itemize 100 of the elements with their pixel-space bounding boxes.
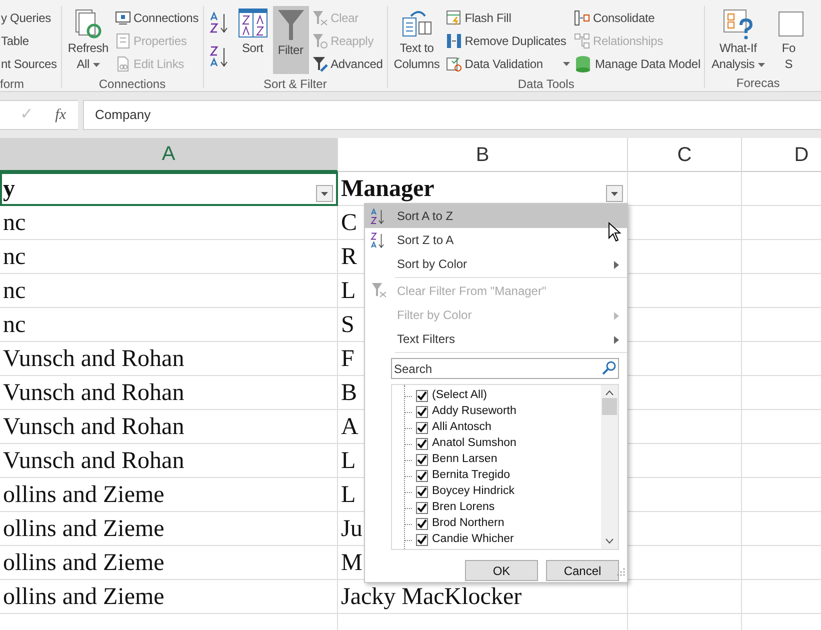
checkbox[interactable] bbox=[416, 502, 428, 514]
group-label: Forecas bbox=[736, 75, 780, 90]
table-cell-text: Vunsch and Rohan bbox=[2, 380, 184, 404]
header-cell-text: y bbox=[2, 176, 15, 200]
checkbox[interactable] bbox=[416, 406, 428, 418]
checkbox-label[interactable]: Anatol Sumshon bbox=[432, 435, 516, 453]
what-if-icon bbox=[722, 8, 754, 40]
ribbon-button[interactable]: Data Validation bbox=[444, 52, 571, 75]
table-cell-text: ollins and Zieme bbox=[2, 516, 164, 540]
flash-fill-icon bbox=[446, 10, 462, 26]
table-cell-text: nc bbox=[2, 312, 26, 336]
checkbox-label[interactable]: Boycey Hindrick bbox=[432, 483, 514, 501]
data-validation-icon bbox=[446, 56, 462, 72]
group-label: Connections bbox=[98, 76, 166, 91]
ribbon-button[interactable]: Remove Duplicates bbox=[444, 29, 571, 52]
table-cell-text: L bbox=[340, 278, 356, 302]
menu-item[interactable]: Text Filters bbox=[365, 327, 627, 351]
table-cell-text: M bbox=[340, 550, 362, 574]
consolidate-icon bbox=[574, 10, 590, 26]
table-cell-text: nc bbox=[2, 210, 26, 234]
monitor-icon bbox=[114, 10, 130, 26]
menu-item[interactable]: Sort A to Z bbox=[365, 204, 627, 228]
ribbon-button[interactable]: Sort bbox=[234, 6, 271, 74]
table-cell-text: C bbox=[340, 210, 358, 234]
table-cell-text: Vunsch and Rohan bbox=[2, 346, 184, 370]
column-header[interactable]: C bbox=[628, 138, 742, 172]
scroll-up-icon bbox=[605, 390, 614, 396]
list-icon bbox=[114, 32, 130, 48]
cursor-icon bbox=[608, 222, 621, 242]
search-icon bbox=[602, 361, 616, 375]
ribbon-button[interactable]: Refresh All bbox=[64, 6, 112, 74]
search-field[interactable]: Search bbox=[391, 358, 619, 379]
scroll-down-icon bbox=[605, 538, 614, 544]
table-cell-text: ollins and Zieme bbox=[2, 550, 164, 574]
checkbox-label[interactable]: Addy Ruseworth bbox=[432, 403, 516, 421]
formula-input[interactable]: Company bbox=[83, 100, 821, 130]
scrollbar[interactable] bbox=[601, 385, 618, 549]
menu-item[interactable]: Sort by Color bbox=[365, 252, 627, 276]
table-cell-text: L bbox=[340, 482, 356, 506]
table-cell-text: Jacky MacKlocker bbox=[340, 584, 522, 608]
header-cell-text: Manager bbox=[340, 176, 434, 200]
checkbox-label[interactable]: Bernita Tregido bbox=[432, 467, 510, 485]
table-cell-text: ollins and Zieme bbox=[2, 584, 164, 608]
scroll-thumb[interactable] bbox=[602, 398, 617, 415]
ribbon-button[interactable]: Text to Columns bbox=[390, 6, 443, 74]
cancel-button[interactable]: Cancel bbox=[546, 560, 619, 581]
ribbon-button[interactable]: nt Sources bbox=[0, 52, 58, 75]
table-cell-text: A bbox=[340, 414, 358, 438]
table-cell-text: L bbox=[340, 448, 356, 472]
column-header[interactable]: A bbox=[0, 138, 338, 172]
insert-function-button[interactable]: fx bbox=[55, 104, 66, 126]
ribbon-button[interactable]: Connections bbox=[114, 6, 200, 29]
ribbon-button[interactable]: Advanced bbox=[310, 52, 384, 75]
ribbon-button[interactable]: Filter bbox=[272, 6, 309, 74]
checkbox[interactable] bbox=[416, 486, 428, 498]
table-cell-text: B bbox=[340, 380, 358, 404]
checkbox[interactable] bbox=[416, 534, 428, 546]
ribbon-button[interactable]: What-If Analysis bbox=[708, 6, 768, 74]
checkbox-label[interactable]: (Select All) bbox=[432, 387, 487, 405]
caret-icon bbox=[321, 192, 328, 196]
checkbox-label[interactable]: Benn Larsen bbox=[432, 451, 498, 469]
advanced-filter-icon bbox=[312, 56, 328, 72]
table-cell-text: nc bbox=[2, 244, 26, 268]
checkbox[interactable] bbox=[416, 518, 428, 530]
data-model-icon bbox=[574, 54, 592, 72]
checkbox[interactable] bbox=[416, 390, 428, 402]
ribbon-button[interactable]: Flash Fill bbox=[444, 6, 571, 29]
table-cell-text: Vunsch and Rohan bbox=[2, 414, 184, 438]
ribbon-button[interactable]: Manage Data Model bbox=[572, 52, 702, 75]
document-link-icon bbox=[114, 56, 130, 72]
ribbon-button[interactable]: Table bbox=[0, 29, 58, 52]
group-label: Data Tools bbox=[518, 76, 574, 91]
checkbox-label[interactable]: Candie Whicher bbox=[432, 531, 514, 549]
checkbox[interactable] bbox=[416, 422, 428, 434]
caret-icon bbox=[611, 192, 618, 196]
filter-dropdown-button[interactable] bbox=[606, 185, 623, 202]
resize-grip-icon bbox=[617, 568, 625, 576]
ribbon-button[interactable]: y Queries bbox=[0, 6, 58, 29]
table-cell-text: ollins and Zieme bbox=[2, 482, 164, 506]
checkbox[interactable] bbox=[416, 470, 428, 482]
reapply-filter-icon bbox=[312, 32, 328, 48]
table-cell-text: Ju bbox=[340, 516, 362, 540]
table-cell-text: R bbox=[340, 244, 358, 268]
checkbox-label[interactable]: Bren Lorens bbox=[432, 499, 495, 517]
name-box[interactable]: ✓ fx bbox=[0, 100, 78, 130]
checkbox[interactable] bbox=[416, 454, 428, 466]
checkbox[interactable] bbox=[416, 438, 428, 450]
remove-duplicates-icon bbox=[446, 32, 462, 48]
checkbox-label[interactable]: Alli Antosch bbox=[432, 419, 492, 437]
checkbox-label[interactable]: Brod Northern bbox=[432, 515, 504, 533]
table-cell-text: Vunsch and Rohan bbox=[2, 448, 184, 472]
ribbon-button[interactable]: Fo S bbox=[770, 6, 808, 74]
group-label: form bbox=[0, 76, 24, 91]
ribbon-button[interactable]: Consolidate bbox=[572, 6, 702, 29]
filter-icon bbox=[276, 8, 306, 42]
ok-button[interactable]: OK bbox=[465, 560, 538, 581]
column-header[interactable]: B bbox=[338, 138, 628, 172]
menu-item[interactable]: Sort Z to A bbox=[365, 228, 627, 252]
table-cell-text: nc bbox=[2, 278, 26, 302]
filter-dropdown-button[interactable] bbox=[316, 185, 333, 202]
